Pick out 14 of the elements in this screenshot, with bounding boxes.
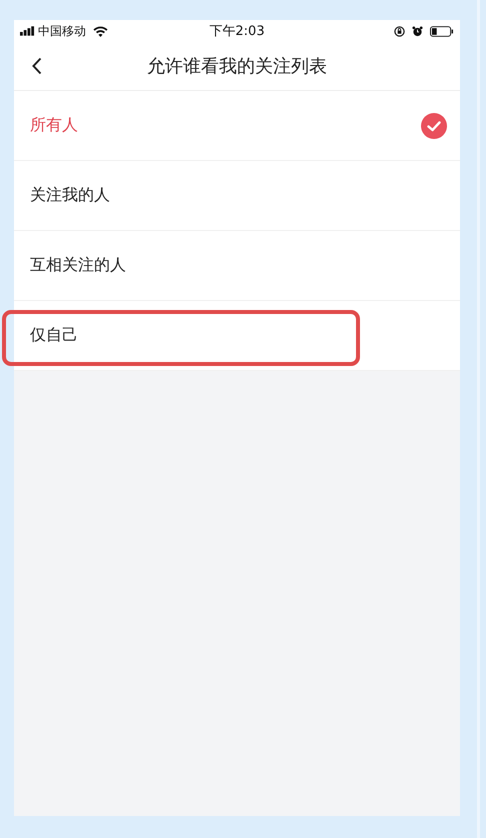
option-row[interactable]: 互相关注的人 xyxy=(14,231,460,301)
back-icon[interactable] xyxy=(32,57,42,75)
page-title: 允许谁看我的关注列表 xyxy=(147,55,327,78)
option-row[interactable]: 所有人 xyxy=(14,91,460,161)
battery-icon xyxy=(430,26,454,36)
wifi-icon xyxy=(93,26,108,36)
rotation-lock-icon xyxy=(394,26,405,36)
check-icon xyxy=(421,112,447,138)
carrier-name: 中国移动 xyxy=(38,22,86,40)
option-row[interactable]: 仅自己 xyxy=(14,301,460,371)
signal-icon xyxy=(20,26,35,36)
status-time: 下午2:03 xyxy=(209,23,265,40)
option-row[interactable]: 关注我的人 xyxy=(14,161,460,231)
alarm-icon xyxy=(412,26,423,36)
